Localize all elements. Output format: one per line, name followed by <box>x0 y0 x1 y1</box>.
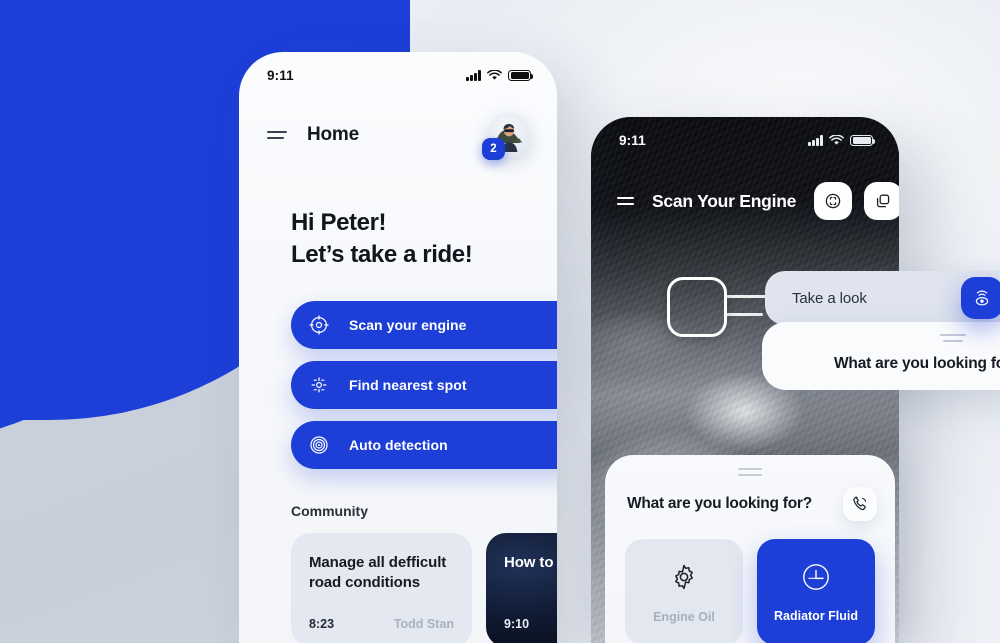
phone-call-icon <box>853 496 867 511</box>
drag-handle[interactable] <box>738 468 762 479</box>
wifi-icon <box>487 70 502 81</box>
bottom-sheet-header: What are you looking for? <box>605 455 895 521</box>
status-icons <box>466 69 534 82</box>
hamburger-icon[interactable] <box>267 130 287 140</box>
greeting-line-1: Hi Peter! <box>291 209 387 236</box>
status-time: 9:11 <box>619 133 646 148</box>
option-label: Engine Oil <box>653 610 715 624</box>
home-phone: 9:11 Home 2 Hi Peter! Let’s take a ride!… <box>239 52 557 643</box>
scan-action-buttons <box>814 182 899 220</box>
battery-icon <box>850 134 876 147</box>
gauge-icon <box>803 564 829 590</box>
scan-target-frame <box>667 277 727 337</box>
card-title: Manage all defficult road conditions <box>309 553 447 592</box>
location-focus-icon <box>311 377 327 393</box>
radiator-fluid-option[interactable]: Radiator Fluid <box>757 539 875 643</box>
card-author: Todd Stan <box>393 616 454 631</box>
find-nearest-spot-button[interactable]: Find nearest spot <box>291 360 557 409</box>
drag-handle[interactable] <box>940 334 966 345</box>
scan-top-bar: Scan Your Engine <box>591 148 899 220</box>
signal-icon <box>466 70 481 81</box>
card-title: How to safely <box>504 553 557 571</box>
community-card[interactable]: How to safely 9:10 <box>486 532 557 643</box>
engine-oil-option[interactable]: Engine Oil <box>625 539 743 643</box>
home-status-bar: 9:11 <box>239 52 557 83</box>
action-label: Scan your engine <box>349 316 467 333</box>
hamburger-icon[interactable] <box>617 196 634 206</box>
screenshot-stage: 9:11 Scan Your Engine 9:11 Home 2 Hi Pet… <box>0 0 1000 643</box>
community-card-list: Manage all defficult road conditions 8:2… <box>239 519 557 643</box>
greeting-line-2: Let’s take a ride! <box>291 240 473 268</box>
card-meta: 8:23 Todd Stan <box>309 617 454 631</box>
eye-scan-button[interactable] <box>961 277 1000 319</box>
scan-circle-button[interactable] <box>814 182 853 220</box>
scan-page-title: Scan Your Engine <box>652 190 797 211</box>
scan-status-bar: 9:11 <box>591 117 899 148</box>
action-label: Auto detection <box>349 436 448 453</box>
community-card[interactable]: Manage all defficult road conditions 8:2… <box>291 532 472 643</box>
looking-for-bottom-sheet: What are you looking for? Engine Oil Rad… <box>605 455 895 643</box>
take-a-look-label: Take a look <box>792 289 867 307</box>
quick-actions: Scan your engine Find nearest spot Auto … <box>239 271 557 469</box>
scan-your-engine-button[interactable]: Scan your engine <box>291 300 557 349</box>
copy-layers-icon <box>877 194 890 208</box>
option-label: Radiator Fluid <box>773 609 859 623</box>
copy-layers-button[interactable] <box>864 182 899 220</box>
crosshair-target-icon <box>309 315 329 335</box>
home-top-bar: Home 2 <box>239 83 557 160</box>
auto-detection-button[interactable]: Auto detection <box>291 420 557 469</box>
signal-icon <box>808 135 823 146</box>
scan-circle-icon <box>825 193 841 209</box>
card-time: 9:10 <box>504 616 530 631</box>
status-icons <box>808 134 876 147</box>
battery-icon <box>508 69 534 82</box>
eye-scan-icon <box>975 290 989 306</box>
notification-badge[interactable]: 2 <box>482 138 505 160</box>
status-time: 9:11 <box>267 68 294 83</box>
card-meta: 9:10 <box>504 617 557 631</box>
card-time: 8:23 <box>309 616 335 631</box>
page-title: Home <box>307 124 359 145</box>
wifi-icon <box>829 135 844 146</box>
greeting-block: Hi Peter! Let’s take a ride! <box>239 157 557 271</box>
options-row: Engine Oil Radiator Fluid <box>605 521 895 643</box>
scan-guide-line <box>725 313 763 316</box>
action-label: Find nearest spot <box>349 376 467 393</box>
right-question-sheet: What are you looking for? <box>762 322 1000 390</box>
avatar-with-badge[interactable]: 2 <box>482 113 531 160</box>
community-heading: Community <box>291 502 368 519</box>
call-button[interactable] <box>843 487 877 521</box>
gear-icon <box>675 564 693 590</box>
concentric-circles-icon <box>310 436 328 454</box>
bottom-sheet-question: What are you looking for? <box>627 495 812 512</box>
right-sheet-question: What are you looking for? <box>834 355 1000 372</box>
